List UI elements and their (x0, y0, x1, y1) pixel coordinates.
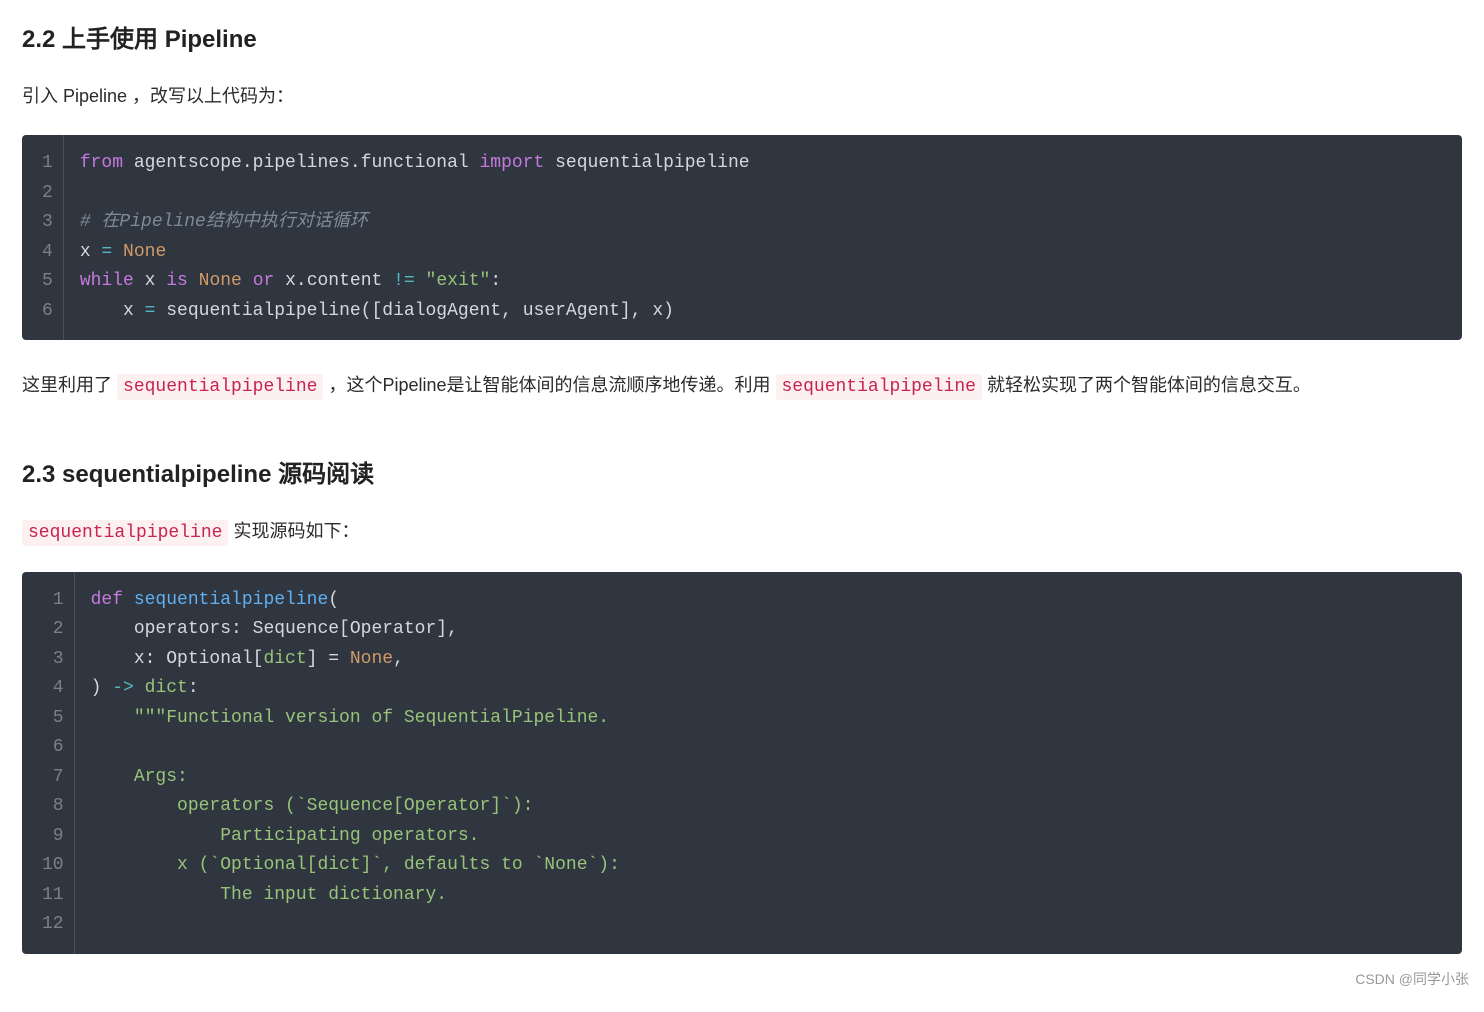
tok-dict1: dict (263, 649, 306, 669)
tok-l3c: , (393, 649, 404, 669)
tok-l3b: ] = (307, 649, 350, 669)
tok-doc5: """Functional version of SequentialPipel… (91, 708, 609, 728)
tok-l2: operators: Sequence[Operator], (91, 619, 458, 639)
tok-or: or (253, 271, 275, 291)
tok-a: x (134, 271, 166, 291)
paragraph-b: sequentialpipeline 实现源码如下： (22, 514, 1462, 550)
tok-l4colon: : (188, 678, 199, 698)
tok-doc11: The input dictionary. (91, 885, 447, 905)
tok-ne: != (393, 271, 415, 291)
heading-2-3: 2.3 sequentialpipeline 源码阅读 (22, 453, 1462, 496)
code-block-1: 1 2 3 4 5 6 from agentscope.pipelines.fu… (22, 135, 1462, 340)
tok-eq: = (101, 242, 112, 262)
paragraph-a: 这里利用了 sequentialpipeline ，这个Pipeline是让智能… (22, 368, 1462, 404)
tok-c (242, 271, 253, 291)
tok-sp (112, 242, 123, 262)
tok-l4b (134, 678, 145, 698)
tok-rest: sequentialpipeline([dialogAgent, userAge… (155, 301, 673, 321)
intro-paragraph-22: 引入 Pipeline ，改写以上代码为： (22, 79, 1462, 113)
tok-l3a: x: Optional[ (91, 649, 264, 669)
tok-comment: # 在Pipeline结构中执行对话循环 (80, 212, 368, 232)
code2-content: def sequentialpipeline( operators: Seque… (74, 572, 1462, 954)
tok-arrow: -> (112, 678, 134, 698)
tok-def: def (91, 590, 123, 610)
tok-none3: None (350, 649, 393, 669)
heading-2-2: 2.2 上手使用 Pipeline (22, 18, 1462, 61)
para-b-post: 实现源码如下： (228, 521, 359, 541)
tok-indent: x (80, 301, 145, 321)
code-block-2: 1 2 3 4 5 6 7 8 9 10 11 12 def sequentia… (22, 572, 1462, 954)
code1-gutter: 1 2 3 4 5 6 (22, 135, 63, 340)
tok-var: x (80, 242, 102, 262)
tok-b (188, 271, 199, 291)
tok-is: is (166, 271, 188, 291)
tok-doc9: Participating operators. (91, 826, 480, 846)
tok-dict2: dict (145, 678, 188, 698)
tok-module: agentscope.pipelines.functional (123, 153, 479, 173)
tok-str: "exit" (426, 271, 491, 291)
tok-while: while (80, 271, 134, 291)
tok-none: None (123, 242, 166, 262)
tok-import: import (480, 153, 545, 173)
tok-colon: : (490, 271, 501, 291)
tok-eq2: = (145, 301, 156, 321)
tok-none2: None (199, 271, 242, 291)
tok-funcname: sequentialpipeline (134, 590, 328, 610)
tok-paren: ( (328, 590, 339, 610)
inline-code-seq3: sequentialpipeline (22, 520, 228, 546)
tok-doc10: x (`Optional[dict]`, defaults to `None`)… (91, 855, 620, 875)
tok-d: x.content (274, 271, 393, 291)
tok-name: sequentialpipeline (544, 153, 749, 173)
para-a-post: 就轻松实现了两个智能体间的信息交互。 (982, 375, 1311, 395)
tok-l4a: ) (91, 678, 113, 698)
tok-sp (123, 590, 134, 610)
inline-code-seq2: sequentialpipeline (776, 374, 982, 400)
watermark: CSDN @同学小张 (1355, 967, 1469, 992)
code2-gutter: 1 2 3 4 5 6 7 8 9 10 11 12 (22, 572, 74, 954)
tok-from: from (80, 153, 123, 173)
para-a-mid: ，这个Pipeline是让智能体间的信息流顺序地传递。利用 (323, 375, 775, 395)
tok-doc8: operators (`Sequence[Operator]`): (91, 796, 534, 816)
inline-code-seq1: sequentialpipeline (117, 374, 323, 400)
tok-doc7: Args: (91, 767, 188, 787)
tok-e (415, 271, 426, 291)
para-a-pre: 这里利用了 (22, 375, 117, 395)
code1-content: from agentscope.pipelines.functional imp… (63, 135, 1462, 340)
